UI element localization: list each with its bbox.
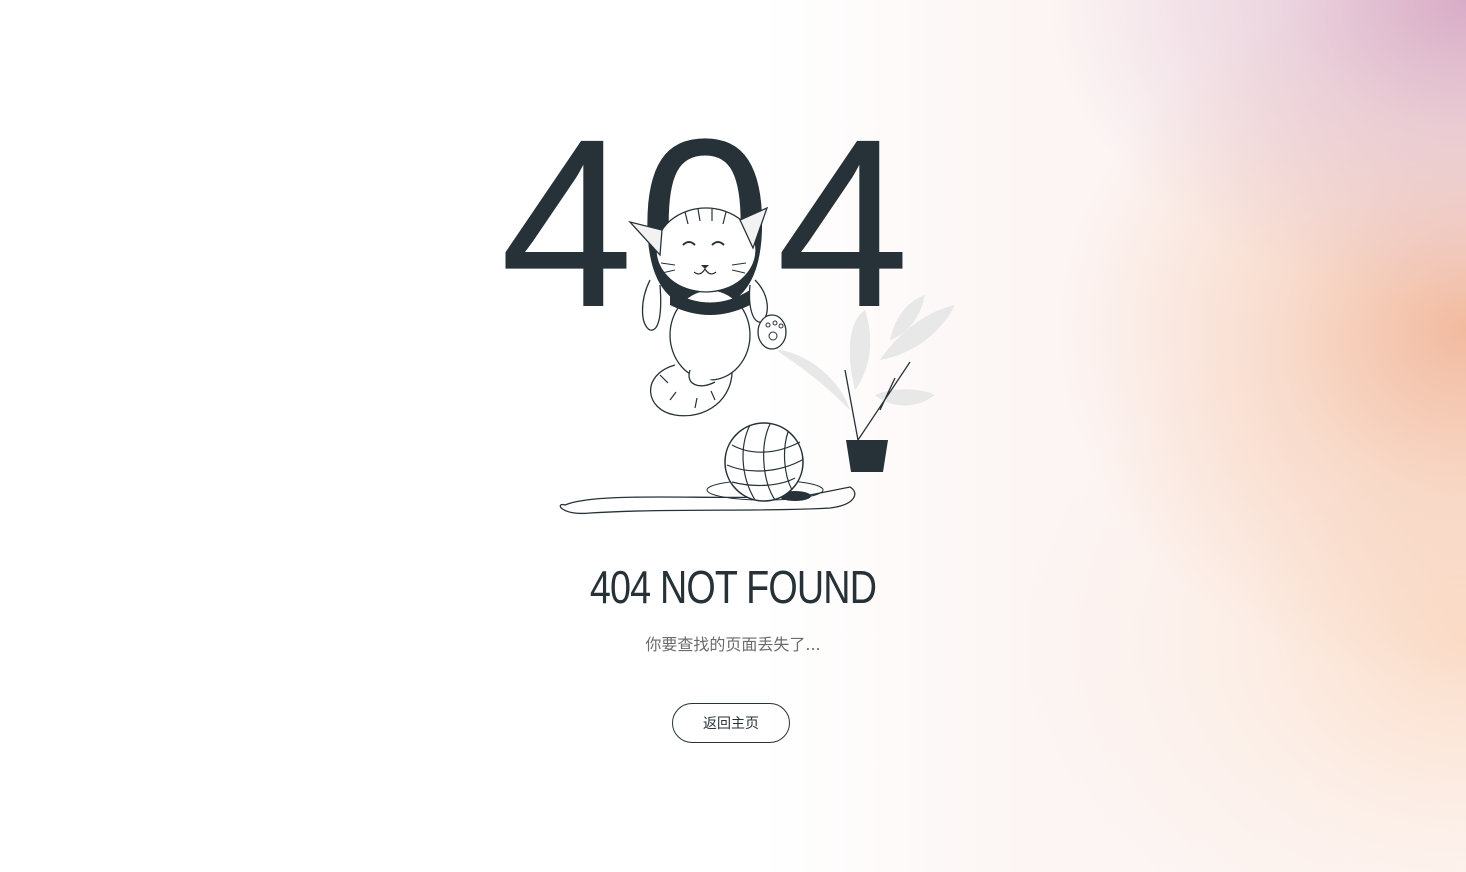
return-home-button[interactable]: 返回主页	[672, 703, 790, 743]
digit-4-left: 4	[500, 110, 633, 357]
404-illustration: 4 0 4	[500, 110, 955, 515]
page-subtitle: 你要查找的页面丢失了...	[645, 635, 821, 654]
page-title: 404 NOT FOUND	[589, 561, 877, 613]
digit-4-right: 4	[776, 110, 909, 357]
yarn-ball-icon	[559, 422, 856, 515]
